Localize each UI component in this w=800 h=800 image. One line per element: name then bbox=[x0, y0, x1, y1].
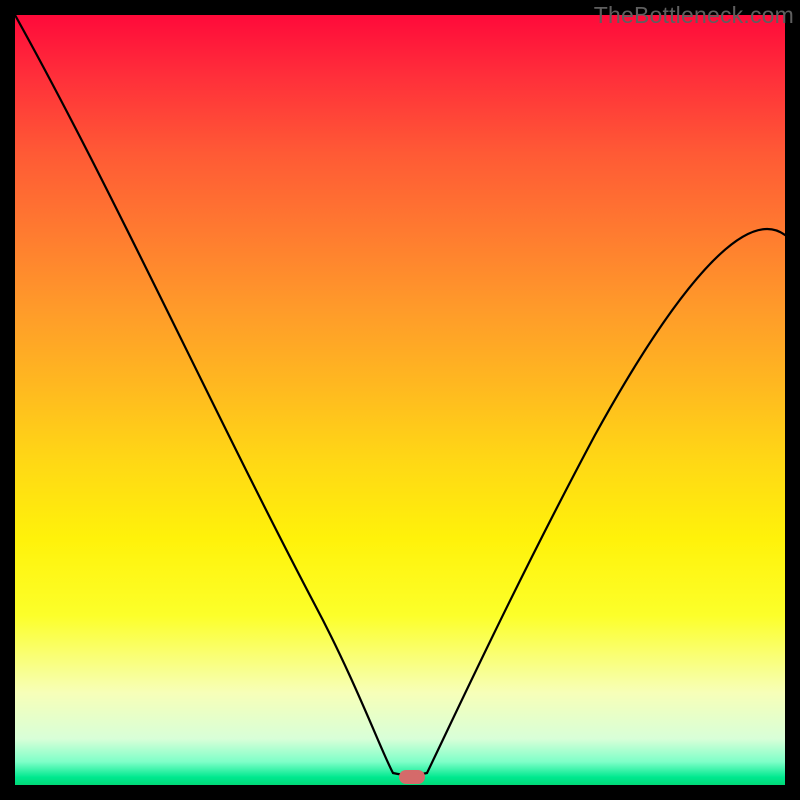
curve-left bbox=[15, 15, 393, 773]
curve-svg bbox=[15, 15, 785, 785]
curve-right bbox=[427, 229, 785, 773]
chart-frame: TheBottleneck.com bbox=[0, 0, 800, 800]
watermark-text: TheBottleneck.com bbox=[594, 2, 794, 29]
curve-valley bbox=[393, 773, 427, 775]
optimal-marker bbox=[399, 770, 425, 784]
plot-area bbox=[15, 15, 785, 785]
